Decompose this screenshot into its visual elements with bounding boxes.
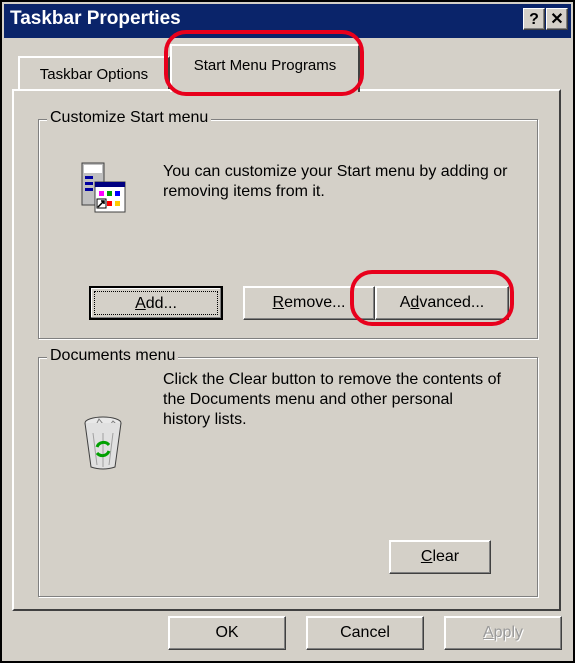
remove-button[interactable]: Remove... <box>243 286 375 320</box>
close-icon: ✕ <box>550 11 564 28</box>
ok-button[interactable]: OK <box>168 616 286 650</box>
taskbar-properties-dialog: Taskbar Properties ? ✕ Taskbar Options S… <box>0 0 575 663</box>
help-icon: ? <box>529 11 539 28</box>
help-button[interactable]: ? <box>523 8 545 30</box>
add-button[interactable]: Add... <box>89 286 223 320</box>
tab-label: Start Menu Programs <box>193 57 337 74</box>
documents-description: Click the Clear button to remove the con… <box>163 371 501 428</box>
tab-label: Taskbar Options <box>39 66 149 83</box>
apply-button[interactable]: Apply <box>444 616 562 650</box>
window-title: Taskbar Properties <box>10 8 181 29</box>
start-menu-icon <box>81 162 126 213</box>
documents-menu-group: Documents menu Click the Clear button to… <box>38 347 538 597</box>
advanced-button[interactable]: Advanced... <box>375 286 509 320</box>
tab-panel: Customize Start menu You can customize y… <box>12 89 561 611</box>
recycle-bin-icon <box>84 416 122 470</box>
group-legend: Customize Start menu <box>47 109 212 127</box>
tab-taskbar-options[interactable]: Taskbar Options <box>18 56 170 90</box>
group-legend: Documents menu <box>47 347 179 365</box>
title-bar[interactable]: Taskbar Properties ? ✕ <box>4 4 571 38</box>
clear-button[interactable]: Clear <box>389 540 491 574</box>
close-button[interactable]: ✕ <box>546 8 568 30</box>
tab-start-menu-programs[interactable]: Start Menu Programs <box>170 44 360 92</box>
customize-start-menu-group: Customize Start menu You can customize y… <box>38 109 538 339</box>
cancel-button[interactable]: Cancel <box>306 616 424 650</box>
customize-description: You can customize your Start menu by add… <box>163 163 508 200</box>
